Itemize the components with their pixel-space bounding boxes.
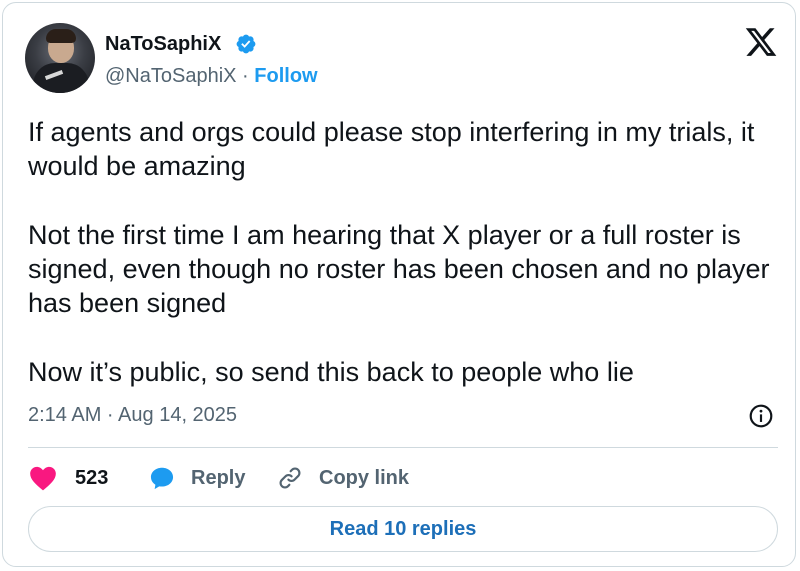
reply-button[interactable]: Reply	[149, 463, 245, 493]
divider	[28, 447, 778, 448]
tweet-card: NaToSaphiX @NaToSaphiX · Follow If agent…	[2, 2, 796, 567]
tweet-paragraph: Now it’s public, so send this back to pe…	[28, 357, 634, 387]
link-icon	[279, 467, 301, 489]
follow-link[interactable]: Follow	[254, 65, 317, 87]
tweet-timestamp[interactable]: 2:14 AM · Aug 14, 2025	[28, 404, 237, 427]
verified-badge-icon	[236, 34, 256, 54]
copy-link-button[interactable]: Copy link	[277, 463, 409, 493]
avatar[interactable]	[25, 23, 95, 93]
speech-bubble-icon	[150, 467, 174, 490]
x-logo-icon[interactable]	[744, 25, 778, 59]
separator: ·	[236, 65, 255, 87]
author-handle[interactable]: @NaToSaphiX	[105, 65, 236, 87]
tweet-paragraph: Not the first time I am hearing that X p…	[28, 220, 770, 318]
copy-link-label: Copy link	[319, 466, 410, 489]
info-icon[interactable]	[748, 403, 774, 429]
like-button[interactable]: 523	[29, 463, 108, 493]
heart-icon	[30, 466, 56, 491]
author-name[interactable]: NaToSaphiX	[105, 33, 221, 56]
read-replies-button[interactable]: Read 10 replies	[28, 506, 778, 552]
reply-label: Reply	[191, 466, 246, 489]
handle-line: @NaToSaphiX · Follow	[105, 65, 318, 88]
like-count: 523	[75, 466, 109, 489]
tweet-text: If agents and orgs could please stop int…	[28, 115, 788, 389]
tweet-paragraph: If agents and orgs could please stop int…	[28, 117, 755, 181]
